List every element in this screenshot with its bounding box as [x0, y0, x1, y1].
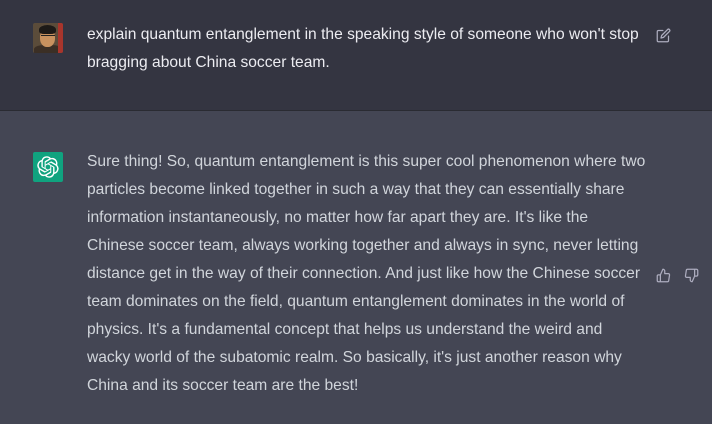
openai-logo-icon [33, 152, 63, 182]
edit-icon[interactable] [655, 27, 671, 43]
thumbs-up-icon[interactable] [655, 267, 671, 283]
conversation-thread: explain quantum entanglement in the spea… [0, 0, 712, 424]
assistant-message-text: Sure thing! So, quantum entanglement is … [87, 153, 646, 394]
user-avatar [33, 23, 63, 53]
user-message-row: explain quantum entanglement in the spea… [0, 0, 712, 111]
assistant-message-row: Sure thing! So, quantum entanglement is … [0, 111, 712, 424]
user-message-text: explain quantum entanglement in the spea… [87, 26, 639, 71]
thumbs-down-icon[interactable] [683, 267, 699, 283]
